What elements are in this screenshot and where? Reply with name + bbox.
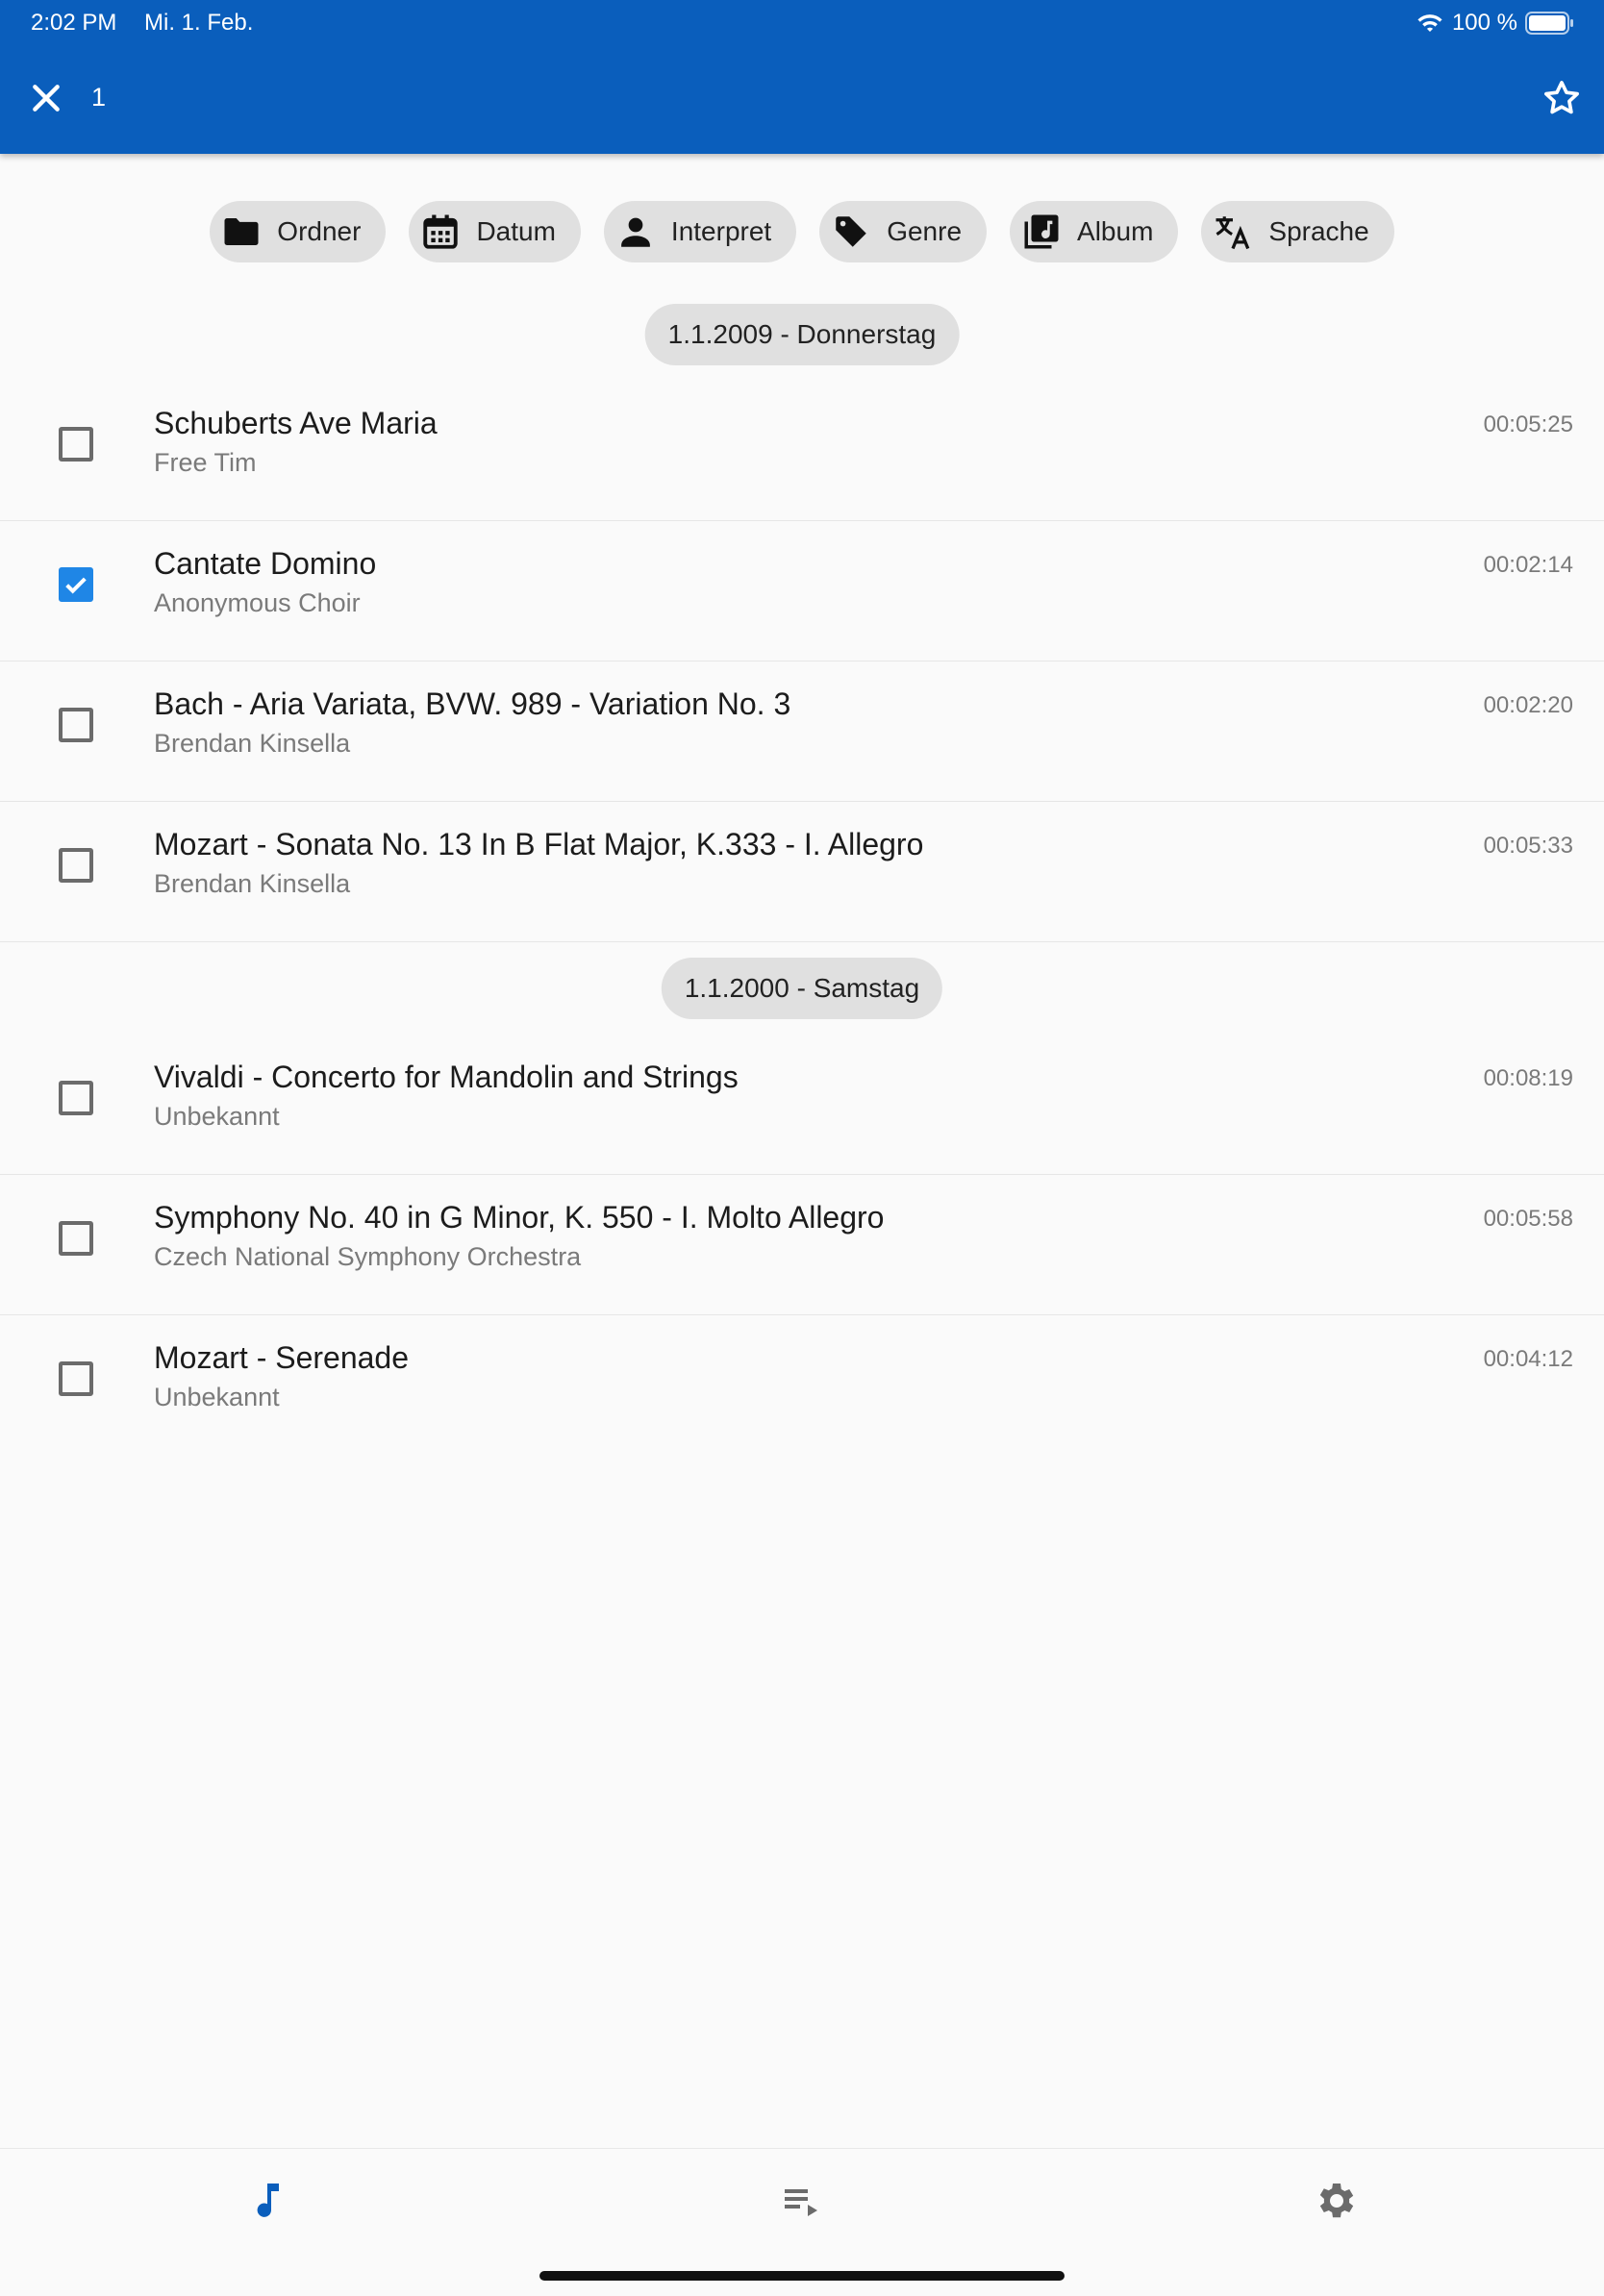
track-duration: 00:05:25 — [1483, 412, 1573, 437]
track-duration: 00:02:20 — [1483, 692, 1573, 718]
status-date: Mi. 1. Feb. — [144, 10, 254, 36]
app-bar: 2:02 PM Mi. 1. Feb. 100 % 1 — [0, 0, 1604, 154]
chip-label: Datum — [476, 216, 556, 246]
battery-icon — [1525, 12, 1573, 35]
filter-chips: Ordner Datum Interpret Genre Album Sprac… — [0, 201, 1604, 262]
status-indicators: 100 % — [1416, 10, 1575, 37]
track-duration: 00:05:58 — [1483, 1206, 1573, 1232]
wifi-icon — [1417, 14, 1442, 33]
track-artist: Anonymous Choir — [154, 588, 361, 617]
chip-label: Interpret — [670, 216, 772, 246]
track-duration: 00:08:19 — [1483, 1065, 1573, 1091]
settings-icon[interactable] — [1314, 2178, 1360, 2224]
calendar-icon — [423, 214, 459, 249]
chip-ordner[interactable]: Ordner — [210, 201, 387, 262]
folder-icon — [224, 218, 259, 245]
chip-label: Sprache — [1268, 216, 1369, 246]
track-row[interactable]: Cantate Domino Anonymous Choir 00:02:14 — [0, 521, 1604, 661]
track-title: Bach - Aria Variata, BVW. 989 - Variatio… — [154, 686, 791, 721]
tag-icon — [836, 216, 866, 247]
person-icon — [621, 217, 650, 247]
track-checkbox[interactable] — [59, 427, 93, 462]
track-checkbox[interactable] — [59, 708, 93, 742]
selection-count: 1 — [91, 83, 107, 112]
date-group-header: 1.1.2000 - Samstag — [661, 958, 943, 1019]
chip-label: Album — [1077, 216, 1154, 246]
home-indicator — [539, 2271, 1065, 2281]
status-time: 2:02 PM — [31, 10, 117, 36]
track-title: Cantate Domino — [154, 546, 377, 581]
track-artist: Unbekannt — [154, 1383, 280, 1411]
track-checkbox[interactable] — [59, 567, 93, 602]
queue-icon[interactable] — [779, 2178, 825, 2224]
track-title: Mozart - Sonata No. 13 In B Flat Major, … — [154, 827, 924, 861]
chip-label: Ordner — [277, 216, 362, 246]
check-icon — [65, 577, 87, 594]
track-checkbox[interactable] — [59, 848, 93, 883]
track-artist: Brendan Kinsella — [154, 729, 351, 758]
track-checkbox[interactable] — [59, 1361, 93, 1396]
track-artist: Czech National Symphony Orchestra — [154, 1242, 582, 1271]
track-artist: Unbekannt — [154, 1102, 280, 1131]
track-checkbox[interactable] — [59, 1221, 93, 1256]
album-icon — [1024, 214, 1059, 249]
track-checkbox[interactable] — [59, 1081, 93, 1115]
track-row[interactable]: Vivaldi - Concerto for Mandolin and Stri… — [0, 1035, 1604, 1175]
chip-interpret[interactable]: Interpret — [603, 201, 797, 262]
chip-genre[interactable]: Genre — [819, 201, 988, 262]
track-row[interactable]: Schuberts Ave Maria Free Tim 00:05:25 — [0, 381, 1604, 521]
music-note-icon[interactable] — [244, 2178, 290, 2224]
chip-album[interactable]: Album — [1010, 201, 1179, 262]
track-row[interactable]: Mozart - Serenade Unbekannt 00:04:12 — [0, 1315, 1604, 1456]
track-row[interactable]: Bach - Aria Variata, BVW. 989 - Variatio… — [0, 661, 1604, 802]
chip-label: Genre — [887, 216, 963, 246]
track-title: Symphony No. 40 in G Minor, K. 550 - I. … — [154, 1200, 885, 1235]
date-group-header: 1.1.2009 - Donnerstag — [644, 304, 960, 365]
track-row[interactable]: Symphony No. 40 in G Minor, K. 550 - I. … — [0, 1175, 1604, 1315]
star-icon[interactable] — [1541, 77, 1583, 119]
track-title: Mozart - Serenade — [154, 1340, 410, 1375]
close-icon[interactable] — [27, 79, 65, 117]
track-artist: Brendan Kinsella — [154, 869, 351, 898]
track-row[interactable]: Mozart - Sonata No. 13 In B Flat Major, … — [0, 802, 1604, 942]
chip-sprache[interactable]: Sprache — [1201, 201, 1394, 262]
track-title: Vivaldi - Concerto for Mandolin and Stri… — [154, 1060, 739, 1094]
track-title: Schuberts Ave Maria — [154, 406, 438, 440]
track-artist: Free Tim — [154, 448, 257, 477]
track-duration: 00:02:14 — [1483, 552, 1573, 578]
chip-datum[interactable]: Datum — [409, 201, 581, 262]
track-duration: 00:04:12 — [1483, 1346, 1573, 1372]
track-duration: 00:05:33 — [1483, 833, 1573, 859]
translate-icon — [1216, 216, 1250, 250]
battery-percent: 100 % — [1451, 10, 1517, 36]
